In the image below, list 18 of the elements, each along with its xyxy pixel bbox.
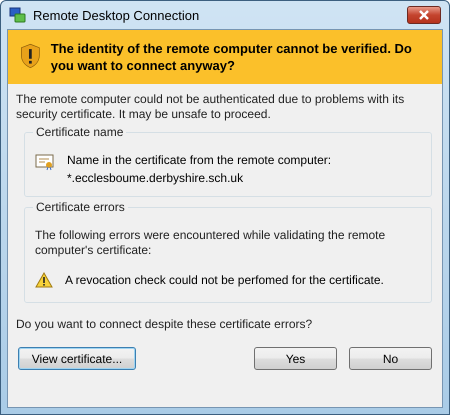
errors-description: The following errors were encountered while validating the remote computer's certificate:: [35, 228, 386, 258]
intro-text: The remote computer could not be authenticated due to problems with its security certificate. It may be unsafe to proceed.: [16, 92, 406, 122]
group-title: Certificate errors: [33, 200, 128, 214]
remote-desktop-icon: [9, 7, 27, 23]
dialog-button[interactable]: View certificate...: [18, 347, 136, 370]
group-title: Certificate name: [33, 125, 126, 139]
question-text: Do you want to connect despite these certificate errors?: [16, 317, 314, 331]
certificate-text: Name in the certificate from the remote computer:: [67, 153, 332, 168]
dialog-button[interactable]: No: [349, 347, 432, 370]
dialog-button[interactable]: Yes: [254, 347, 337, 370]
certificate-text: *.ecclesboume.derbyshire.sch.uk: [67, 171, 244, 186]
window-title: Remote Desktop Connection: [33, 8, 200, 22]
close-icon: [418, 10, 430, 20]
banner-message: The identity of the remote computer cannot be verified. Do you want to connect anyway?: [50, 40, 413, 74]
close-button[interactable]: [407, 6, 441, 24]
warning-icon: [35, 272, 53, 288]
error-text: A revocation check could not be perfomed for the certificate.: [65, 272, 384, 287]
certificate-icon: [35, 153, 55, 171]
